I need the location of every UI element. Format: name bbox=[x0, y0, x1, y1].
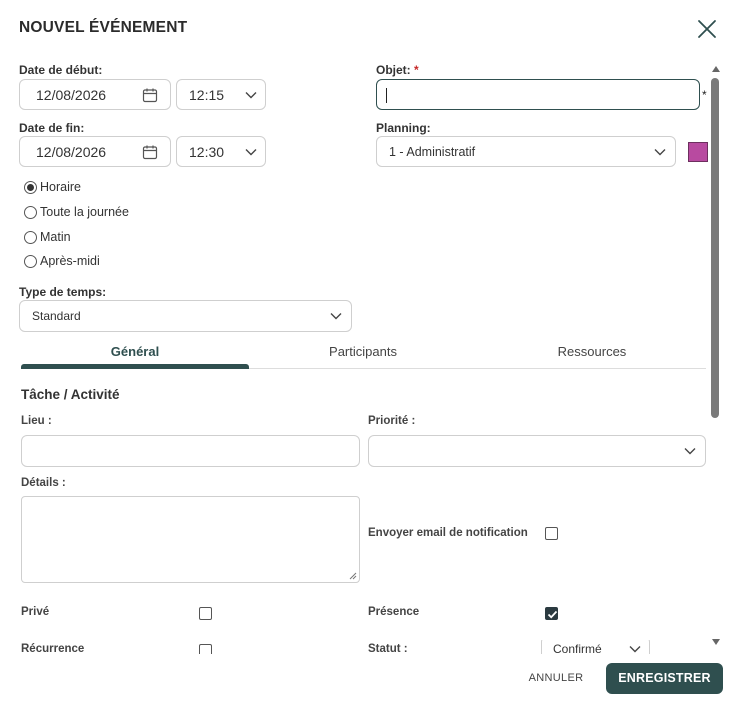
new-event-dialog: NOUVEL ÉVÉNEMENT Date de début: 12/08/20… bbox=[0, 0, 737, 709]
checkmark-icon bbox=[547, 610, 558, 619]
clipped-row: Récurrence Statut : Confirmé bbox=[0, 640, 737, 654]
statut-label: Statut : bbox=[368, 643, 408, 654]
chevron-down-icon bbox=[684, 448, 696, 455]
priorite-label: Priorité : bbox=[368, 415, 416, 427]
radio-button[interactable] bbox=[24, 230, 37, 244]
end-time-value: 12:30 bbox=[189, 143, 225, 160]
end-date-field[interactable]: 12/08/2026 bbox=[19, 136, 171, 167]
objet-input[interactable] bbox=[376, 79, 700, 110]
close-icon[interactable] bbox=[696, 18, 718, 40]
radio-label: Après-midi bbox=[40, 254, 100, 268]
radio-label: Toute la journée bbox=[40, 205, 129, 219]
radio-toute-la-journee[interactable]: Toute la journée bbox=[24, 204, 129, 220]
chevron-down-icon bbox=[245, 91, 257, 98]
radio-matin[interactable]: Matin bbox=[24, 229, 71, 245]
email-notification-label: Envoyer email de notification bbox=[368, 527, 528, 539]
lieu-input[interactable] bbox=[21, 435, 360, 467]
planning-color-swatch[interactable] bbox=[688, 142, 708, 162]
required-mark: * bbox=[414, 63, 419, 77]
start-date-field[interactable]: 12/08/2026 bbox=[19, 79, 171, 110]
chevron-down-icon bbox=[629, 646, 641, 653]
planning-label: Planning: bbox=[376, 121, 431, 135]
radio-label: Matin bbox=[40, 230, 71, 244]
dialog-title: NOUVEL ÉVÉNEMENT bbox=[19, 19, 188, 36]
presence-checkbox[interactable] bbox=[545, 607, 558, 620]
radio-apres-midi[interactable]: Après-midi bbox=[24, 253, 100, 269]
end-date-value: 12/08/2026 bbox=[36, 143, 107, 160]
lieu-label: Lieu : bbox=[21, 415, 52, 427]
planning-value: 1 - Administratif bbox=[389, 144, 476, 159]
tab-general[interactable]: Général bbox=[21, 344, 249, 359]
presence-label: Présence bbox=[368, 606, 420, 618]
type-temps-label: Type de temps: bbox=[19, 285, 107, 299]
statut-select[interactable]: Confirmé bbox=[541, 640, 650, 654]
email-notification-checkbox[interactable] bbox=[545, 527, 558, 540]
recurrence-label: Récurrence bbox=[21, 643, 85, 654]
start-date-label: Date de début: bbox=[19, 63, 103, 77]
radio-button[interactable] bbox=[24, 180, 37, 194]
priorite-select[interactable] bbox=[368, 435, 706, 467]
details-label: Détails : bbox=[21, 477, 66, 489]
end-time-select[interactable]: 12:30 bbox=[176, 136, 266, 167]
cancel-button[interactable]: ANNULER bbox=[523, 666, 589, 690]
chevron-down-icon bbox=[330, 313, 342, 320]
resize-handle-icon[interactable] bbox=[349, 572, 357, 580]
scrollbar-thumb[interactable] bbox=[711, 78, 719, 418]
prive-checkbox[interactable] bbox=[199, 607, 212, 620]
chevron-down-icon bbox=[654, 148, 666, 155]
text-caret bbox=[386, 88, 387, 103]
type-temps-value: Standard bbox=[32, 309, 81, 323]
radio-label: Horaire bbox=[40, 180, 81, 194]
tab-ressources[interactable]: Ressources bbox=[478, 344, 706, 359]
save-button[interactable]: ENREGISTRER bbox=[606, 663, 723, 694]
start-date-value: 12/08/2026 bbox=[36, 86, 107, 103]
recurrence-checkbox[interactable] bbox=[199, 644, 212, 654]
prive-label: Privé bbox=[21, 606, 50, 618]
scroll-up-arrow-icon[interactable] bbox=[712, 66, 720, 72]
calendar-icon[interactable] bbox=[142, 87, 158, 103]
statut-value: Confirmé bbox=[553, 642, 602, 654]
start-time-value: 12:15 bbox=[189, 86, 225, 103]
radio-button[interactable] bbox=[24, 205, 37, 219]
scroll-down-arrow-icon[interactable] bbox=[712, 639, 720, 645]
objet-label: Objet: * bbox=[376, 63, 419, 77]
start-time-select[interactable]: 12:15 bbox=[176, 79, 266, 110]
end-date-label: Date de fin: bbox=[19, 121, 85, 135]
tab-participants[interactable]: Participants bbox=[249, 344, 477, 359]
radio-button[interactable] bbox=[24, 254, 37, 268]
chevron-down-icon bbox=[245, 148, 257, 155]
details-textarea[interactable] bbox=[21, 496, 360, 583]
objet-required-star: * bbox=[702, 88, 707, 102]
type-temps-select[interactable]: Standard bbox=[19, 300, 352, 332]
planning-select[interactable]: 1 - Administratif bbox=[376, 136, 676, 167]
active-tab-indicator bbox=[21, 364, 249, 369]
radio-horaire[interactable]: Horaire bbox=[24, 179, 81, 195]
section-title: Tâche / Activité bbox=[21, 387, 120, 402]
calendar-icon[interactable] bbox=[142, 144, 158, 160]
